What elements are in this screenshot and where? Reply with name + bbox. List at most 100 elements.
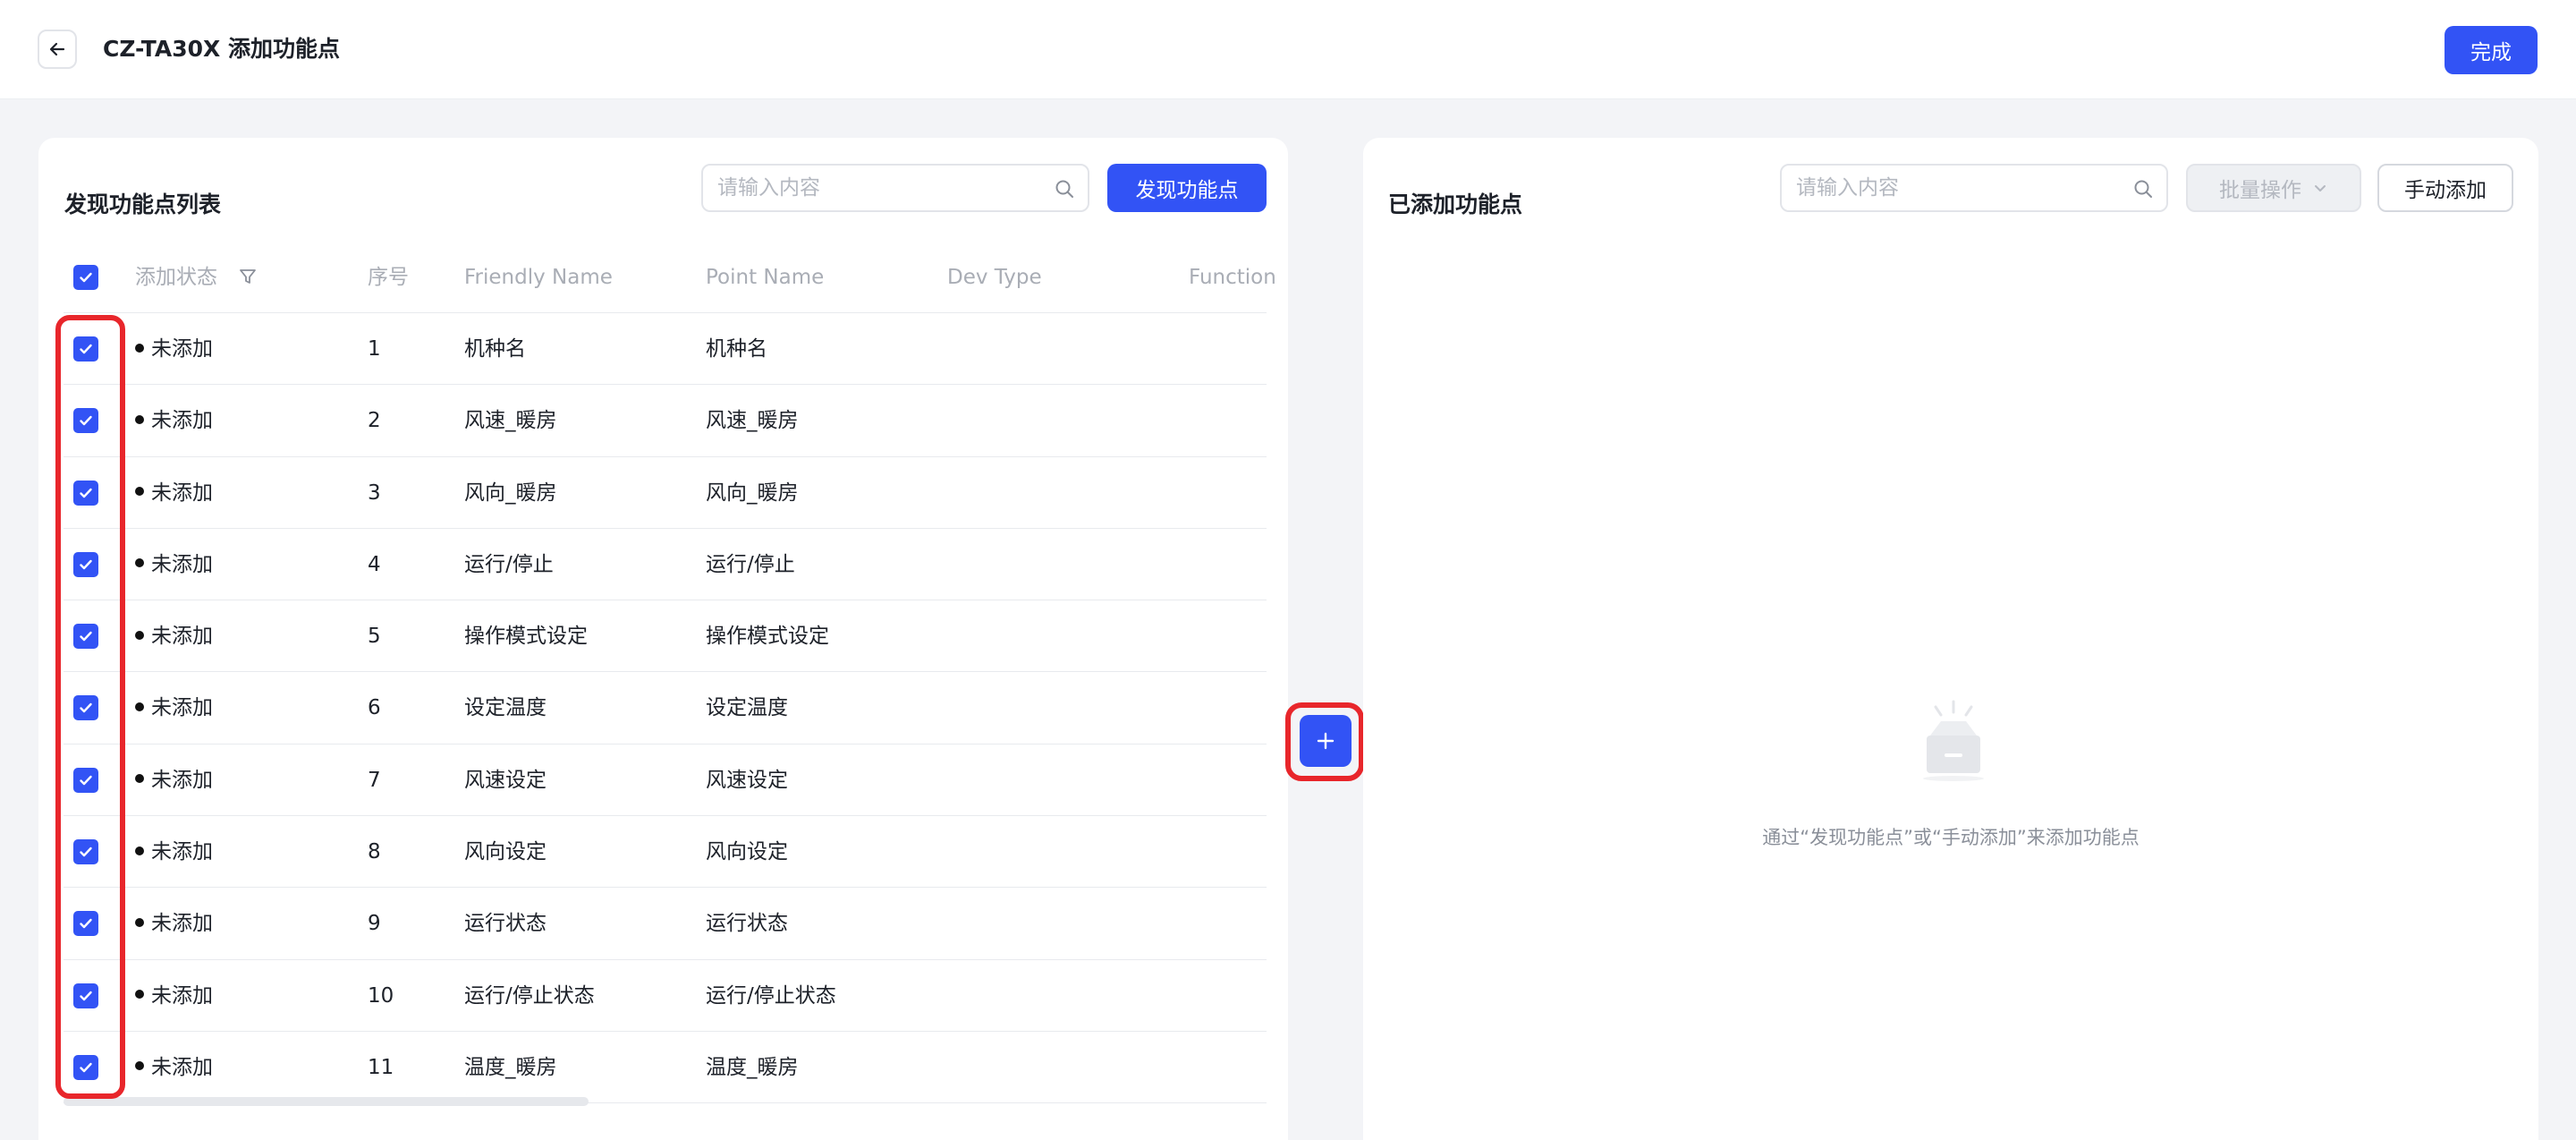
row-point-name: 风向设定 (706, 840, 788, 864)
table-row: 未添加 1 机种名 机种名 (64, 313, 1267, 386)
row-friendly-name: 风速设定 (464, 768, 547, 792)
row-seq: 10 (368, 983, 394, 1008)
column-header-status: 添加状态 (135, 263, 258, 292)
check-icon (80, 1062, 92, 1073)
row-status-label: 未添加 (151, 409, 213, 433)
row-checkbox[interactable] (73, 839, 98, 865)
row-friendly-name: 操作模式设定 (464, 625, 588, 649)
row-status-label: 未添加 (151, 552, 213, 576)
table-row: 未添加 9 运行状态 运行状态 (64, 888, 1267, 960)
done-button[interactable]: 完成 (2445, 26, 2538, 74)
discovered-panel-title: 发现功能点列表 (64, 191, 222, 217)
row-status-label: 未添加 (151, 625, 213, 649)
row-seq: 6 (368, 696, 381, 720)
row-seq: 2 (368, 409, 381, 433)
row-status: 未添加 (135, 693, 213, 722)
check-icon (80, 272, 92, 283)
column-header-friendly-name: Friendly Name (464, 266, 613, 289)
arrow-left-icon (49, 42, 65, 56)
added-search-input[interactable] (1782, 166, 2166, 210)
discovered-points-panel: 发现功能点列表 发现功能点 添加状态 (38, 138, 1288, 1140)
check-icon (80, 919, 92, 929)
check-icon (80, 775, 92, 785)
row-seq: 1 (368, 337, 381, 361)
added-panel-title: 已添加功能点 (1388, 191, 1523, 217)
row-status-label: 未添加 (151, 912, 213, 936)
discover-points-button[interactable]: 发现功能点 (1107, 164, 1267, 212)
row-status-label: 未添加 (151, 983, 213, 1008)
search-icon[interactable] (2132, 178, 2154, 200)
row-checkbox[interactable] (73, 480, 98, 506)
row-point-name: 操作模式设定 (706, 625, 829, 649)
select-all-checkbox[interactable] (73, 265, 98, 290)
row-checkbox[interactable] (73, 1054, 98, 1080)
row-checkbox[interactable] (73, 408, 98, 434)
row-status: 未添加 (135, 550, 213, 579)
added-points-panel: 已添加功能点 批量操作 手动添加 通过“发现功能点”或“手动添加”来添加功能点 (1363, 138, 2538, 1140)
check-icon (80, 991, 92, 1000)
row-status-label: 未添加 (151, 840, 213, 864)
row-friendly-name: 运行状态 (464, 912, 547, 936)
manual-add-button[interactable]: 手动添加 (2377, 164, 2513, 212)
horizontal-scrollbar[interactable] (64, 1097, 589, 1106)
row-status: 未添加 (135, 982, 213, 1010)
row-point-name: 温度_暖房 (706, 1055, 799, 1079)
add-selected-button[interactable] (1300, 715, 1352, 767)
row-friendly-name: 风速_暖房 (464, 409, 557, 433)
discovered-points-table: 添加状态 序号 Friendly Name Point Name Dev Typ… (64, 242, 1276, 1104)
row-checkbox[interactable] (73, 695, 98, 721)
row-status-label: 未添加 (151, 768, 213, 792)
row-status-label: 未添加 (151, 1055, 213, 1079)
check-icon (80, 846, 92, 857)
row-status: 未添加 (135, 335, 213, 363)
row-seq: 3 (368, 481, 381, 505)
page-title: CZ-TA30X 添加功能点 (103, 36, 340, 62)
row-friendly-name: 运行/停止 (464, 552, 554, 576)
discovered-search-input[interactable] (703, 166, 1088, 210)
batch-operation-dropdown[interactable]: 批量操作 (2186, 164, 2361, 212)
empty-box-icon (1923, 700, 1984, 781)
search-icon[interactable] (1054, 178, 1075, 200)
table-row: 未添加 11 温度_暖房 温度_暖房 (64, 1032, 1267, 1104)
column-header-point-name: Point Name (706, 266, 825, 289)
row-point-name: 设定温度 (706, 696, 788, 720)
status-dot-icon (135, 702, 144, 711)
row-checkbox[interactable] (73, 336, 98, 362)
status-dot-icon (135, 1061, 144, 1071)
table-row: 未添加 3 风向_暖房 风向_暖房 (64, 457, 1267, 529)
table-row: 未添加 5 操作模式设定 操作模式设定 (64, 600, 1267, 673)
row-status: 未添加 (135, 1053, 213, 1082)
row-checkbox[interactable] (73, 911, 98, 937)
table-row: 未添加 10 运行/停止状态 运行/停止状态 (64, 960, 1267, 1032)
empty-state-text: 通过“发现功能点”或“手动添加”来添加功能点 (1762, 827, 2140, 848)
chevron-down-icon (2315, 185, 2326, 191)
check-icon (80, 416, 92, 426)
row-checkbox[interactable] (73, 983, 98, 1008)
check-icon (80, 559, 92, 570)
table-row: 未添加 6 设定温度 设定温度 (64, 672, 1267, 744)
table-header: 添加状态 序号 Friendly Name Point Name Dev Typ… (64, 242, 1276, 313)
plus-icon (1317, 732, 1335, 750)
row-point-name: 风速设定 (706, 768, 788, 792)
table-body: 未添加 1 机种名 机种名 未添加 2 风速_暖房 风速_暖房 未添加 3 风向… (64, 313, 1267, 1104)
row-status-label: 未添加 (151, 481, 213, 505)
row-point-name: 风速_暖房 (706, 409, 799, 433)
row-status: 未添加 (135, 909, 213, 938)
batch-operation-label: 批量操作 (2219, 179, 2301, 202)
row-checkbox[interactable] (73, 767, 98, 793)
row-checkbox[interactable] (73, 624, 98, 650)
row-status: 未添加 (135, 838, 213, 866)
row-seq: 4 (368, 552, 381, 576)
row-friendly-name: 机种名 (464, 337, 526, 361)
row-status-label: 未添加 (151, 337, 213, 361)
filter-icon[interactable] (238, 267, 258, 286)
row-seq: 8 (368, 840, 381, 864)
back-button[interactable] (38, 30, 77, 69)
page: CZ-TA30X 添加功能点 完成 发现功能点列表 发现功能点 添加状态 (0, 0, 2576, 1140)
check-icon (80, 488, 92, 498)
row-checkbox[interactable] (73, 551, 98, 577)
column-header-function: Function (1189, 266, 1276, 289)
row-status: 未添加 (135, 479, 213, 507)
check-icon (80, 703, 92, 713)
status-dot-icon (135, 343, 144, 353)
